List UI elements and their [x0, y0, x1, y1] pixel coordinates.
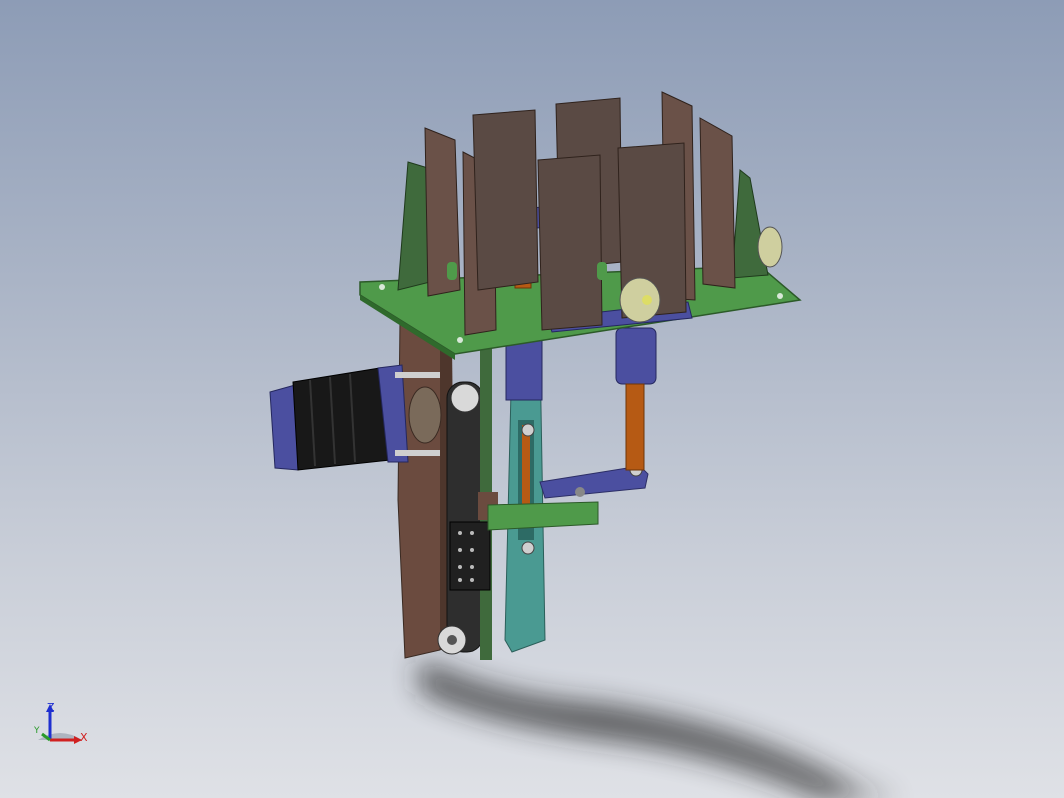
graphics-viewport[interactable]: Z Y X	[0, 0, 1064, 798]
motor-coupling	[408, 386, 442, 444]
model-shadow	[420, 660, 900, 798]
axis-x-label: X	[80, 731, 88, 744]
motor-body	[292, 367, 391, 471]
right-shaft-housing	[615, 327, 657, 385]
linkage-top-pulley	[450, 383, 480, 413]
coordinate-triad: Z Y X	[30, 700, 100, 760]
divider-plate-3	[472, 109, 539, 291]
front-knob	[619, 277, 661, 323]
axis-y-label: Y	[34, 726, 40, 736]
slider-bolt-top	[521, 423, 535, 437]
divider-plate-6	[699, 117, 736, 289]
linkage-arm	[446, 381, 484, 653]
left-post	[505, 339, 543, 401]
mount-block	[449, 521, 491, 591]
cad-model[interactable]	[0, 0, 1064, 798]
slider-bolt-bottom	[521, 541, 535, 555]
right-shaft	[625, 383, 645, 471]
axis-z-label: Z	[47, 701, 55, 714]
right-knob	[757, 226, 783, 268]
triad-graphic	[38, 704, 82, 744]
lower-rail	[487, 501, 599, 531]
divider-plate-7	[537, 154, 603, 331]
left-support	[397, 161, 431, 291]
